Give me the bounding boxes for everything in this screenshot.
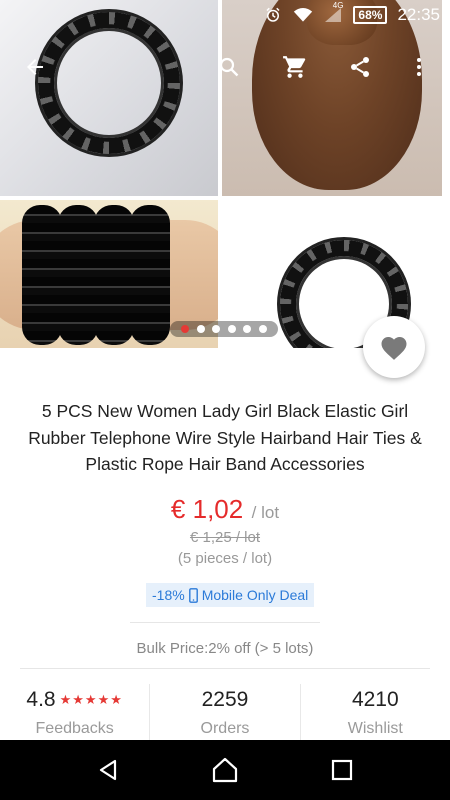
- wishlist-count: 4210: [351, 688, 399, 711]
- orders-count: 2259: [201, 688, 249, 711]
- deal-discount: -18%: [152, 587, 185, 603]
- rating-row: 4.8 ★★★★★: [0, 688, 149, 712]
- product-title: 5 PCS New Women Lady Girl Black Elastic …: [28, 401, 422, 474]
- battery-level: 68%: [358, 8, 383, 22]
- pagination-dot-active[interactable]: [181, 325, 190, 333]
- orders-stat[interactable]: 2259 Orders: [149, 684, 299, 742]
- search-icon: [219, 57, 239, 77]
- add-to-wishlist-button[interactable]: [363, 316, 425, 378]
- current-price: € 1,02: [170, 494, 244, 524]
- wrist-coil-image: [58, 205, 98, 345]
- more-vertical-icon: [417, 58, 421, 76]
- alarm-icon: [263, 5, 283, 25]
- mobile-deal-badge: -18% Mobile Only Deal: [146, 583, 315, 607]
- battery-indicator: 68%: [353, 6, 388, 24]
- divider: [130, 622, 320, 623]
- divider: [20, 668, 430, 669]
- status-bar: 4G 68% 22:35: [0, 0, 450, 30]
- mobile-phone-icon: [188, 587, 198, 603]
- back-button[interactable]: [20, 52, 50, 82]
- feedbacks-stat[interactable]: 4.8 ★★★★★ Feedbacks: [0, 684, 149, 742]
- cart-icon: [283, 56, 306, 78]
- home-icon: [212, 757, 238, 783]
- product-image-gallery[interactable]: 4G 68% 22:35: [0, 0, 450, 348]
- square-recents-icon: [331, 759, 352, 781]
- wrist-coil-image: [130, 205, 170, 345]
- pagination-dot[interactable]: [227, 325, 236, 333]
- pagination-dot[interactable]: [243, 325, 252, 333]
- rating-value: 4.8: [26, 688, 56, 711]
- price-row: € 1,02 / lot: [0, 494, 450, 525]
- wrist-coil-image: [22, 205, 62, 345]
- back-arrow-icon: [27, 59, 43, 75]
- wishlist-label: Wishlist: [347, 720, 403, 737]
- share-icon: [351, 57, 369, 77]
- network-type: 4G: [332, 1, 344, 10]
- original-price: € 1,25 / lot: [189, 529, 261, 546]
- more-options-button[interactable]: [404, 52, 434, 82]
- pagination-dot[interactable]: [258, 325, 267, 333]
- app-bar: [0, 44, 450, 88]
- pagination-dot[interactable]: [212, 325, 221, 333]
- clock: 22:35: [397, 5, 440, 24]
- share-button[interactable]: [345, 52, 375, 82]
- orders-label: Orders: [200, 720, 250, 737]
- triangle-back-icon: [100, 759, 117, 781]
- signal-icon: 4G: [323, 1, 343, 25]
- deal-label: Mobile Only Deal: [201, 587, 309, 603]
- pieces-per-lot: (5 pieces / lot): [177, 550, 273, 567]
- pagination-dot[interactable]: [196, 325, 205, 333]
- bulk-price-info[interactable]: Bulk Price:2% off (> 5 lots): [0, 640, 450, 657]
- wifi-icon: [293, 5, 313, 25]
- product-stats: 4.8 ★★★★★ Feedbacks 2259 Orders 4210 Wish…: [0, 684, 450, 742]
- gallery-pagination: [170, 321, 278, 337]
- wishlist-stat[interactable]: 4210 Wishlist: [299, 684, 450, 742]
- nav-recents-button[interactable]: [322, 750, 362, 790]
- heart-icon: [381, 337, 407, 360]
- feedbacks-label: Feedbacks: [35, 720, 114, 737]
- price-unit: / lot: [251, 503, 280, 522]
- nav-home-button[interactable]: [205, 750, 245, 790]
- nav-back-button[interactable]: [88, 750, 128, 790]
- cart-button[interactable]: [280, 52, 310, 82]
- rating-stars: ★★★★★: [59, 692, 123, 707]
- wrist-coil-image: [94, 205, 134, 345]
- search-button[interactable]: [214, 52, 244, 82]
- system-navigation-bar: [0, 740, 450, 800]
